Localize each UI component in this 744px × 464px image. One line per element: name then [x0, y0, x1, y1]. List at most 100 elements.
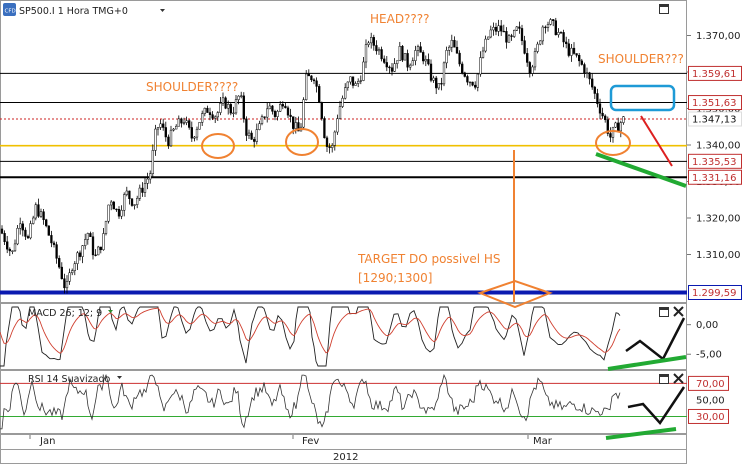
candle-body: [24, 229, 27, 237]
candle-body: [336, 118, 339, 133]
candle-body: [253, 139, 256, 142]
candle-body: [260, 116, 264, 124]
price-labels: 1.359,61 1.351,63 1.347,13 1.335,53 1.331,16…: [688, 65, 742, 300]
candle-body: [310, 75, 313, 81]
candle-body: [99, 246, 102, 251]
candle-body: [588, 72, 591, 80]
candle-body: [172, 128, 175, 131]
candle-body: [494, 26, 498, 32]
symbol-title[interactable]: SP500.I 1 Hora TMG+0: [19, 6, 128, 17]
candle-body: [318, 86, 321, 103]
candle-body: [591, 78, 594, 88]
candle-body: [188, 120, 191, 128]
candle-body: [466, 76, 469, 83]
candle-body: [539, 40, 542, 45]
candle-body: [107, 204, 110, 222]
candle-body: [541, 26, 544, 42]
candle-body: [190, 127, 193, 139]
candle-body: [554, 20, 557, 36]
candle-body: [619, 122, 622, 132]
candle-body: [601, 112, 604, 117]
candle-body: [351, 76, 355, 86]
macd-y-tick-1: -5,00: [696, 350, 722, 361]
candle-body: [414, 50, 417, 61]
candle-body: [294, 122, 297, 129]
candle-body: [349, 76, 352, 83]
x-tick-mar: Mar: [533, 436, 553, 447]
candle-body: [37, 204, 40, 217]
candle-body: [364, 44, 368, 63]
candle-body: [289, 114, 292, 117]
candle-body: [143, 183, 147, 193]
candle-body: [120, 209, 123, 217]
candle-body: [450, 39, 453, 48]
candle-body: [427, 59, 430, 65]
candle-body: [393, 63, 396, 72]
candle-body: [227, 104, 230, 109]
candle-body: [6, 241, 9, 250]
candle-body: [325, 137, 329, 147]
candle-body: [385, 62, 388, 68]
candle-body: [175, 125, 178, 130]
candle-body: [50, 235, 53, 244]
candle-body: [281, 104, 284, 107]
candle-body: [214, 116, 217, 119]
candle-body: [219, 103, 222, 113]
candle-body: [380, 49, 383, 60]
candle-body: [409, 64, 412, 68]
candle-body: [377, 49, 381, 52]
candle-body: [65, 281, 69, 289]
y-tick-label-0: 1.370,00: [696, 31, 741, 42]
candle-body: [55, 244, 58, 259]
candle-body: [526, 53, 529, 63]
candle-body: [104, 220, 108, 234]
candle-body: [180, 118, 183, 124]
candle-body: [429, 63, 433, 81]
candle-body: [19, 223, 22, 229]
candle-body: [455, 46, 459, 54]
candle-body: [341, 97, 344, 107]
target-range-label: [1290;1300]: [358, 271, 432, 285]
candle-body: [604, 115, 607, 120]
candle-body: [552, 19, 555, 21]
candle-body: [263, 116, 266, 118]
candle-body: [357, 81, 360, 84]
candle-body: [52, 242, 56, 245]
candle-body: [445, 50, 448, 64]
candle-body: [26, 236, 30, 239]
candle-body: [149, 173, 152, 180]
rsi-label[interactable]: RSI 14 Suavizado: [28, 374, 111, 385]
macd-label[interactable]: MACD 26; 12; 9: [28, 308, 102, 319]
candle-body: [32, 217, 35, 224]
candle-body: [201, 113, 204, 123]
candle-body: [546, 24, 550, 28]
price-label-5: 1.299,59: [692, 288, 737, 299]
candle-body: [453, 39, 456, 48]
candle-body: [344, 87, 347, 99]
candle-body: [481, 50, 485, 58]
candle-body: [463, 72, 466, 77]
candle-body: [273, 111, 277, 117]
candle-body: [328, 146, 331, 148]
logo-text: CFD: [5, 9, 16, 15]
candle-body: [323, 118, 326, 139]
price-label-4: 1.331,16: [692, 173, 737, 184]
candle-body: [370, 37, 373, 44]
y-axis-ticks: 1.370,001.360,001.350,001.340,001.330,00…: [687, 31, 741, 261]
candle-body: [487, 36, 490, 40]
candle-body: [513, 29, 516, 37]
candle-body: [81, 245, 84, 257]
candle-body: [367, 42, 370, 45]
candle-body: [411, 60, 414, 66]
candle-body: [362, 61, 365, 81]
rsi-y-tick-2: 30,00: [696, 412, 725, 423]
candle-body: [203, 107, 206, 114]
candle-body: [182, 122, 186, 124]
macd-y-tick-0: 0,00: [696, 320, 718, 331]
candle-body: [68, 272, 71, 282]
candle-body: [461, 63, 464, 74]
candle-body: [320, 102, 323, 119]
y-tick-label-5: 1.320,00: [696, 214, 741, 225]
candle-body: [572, 47, 576, 54]
candle-body: [136, 198, 139, 205]
